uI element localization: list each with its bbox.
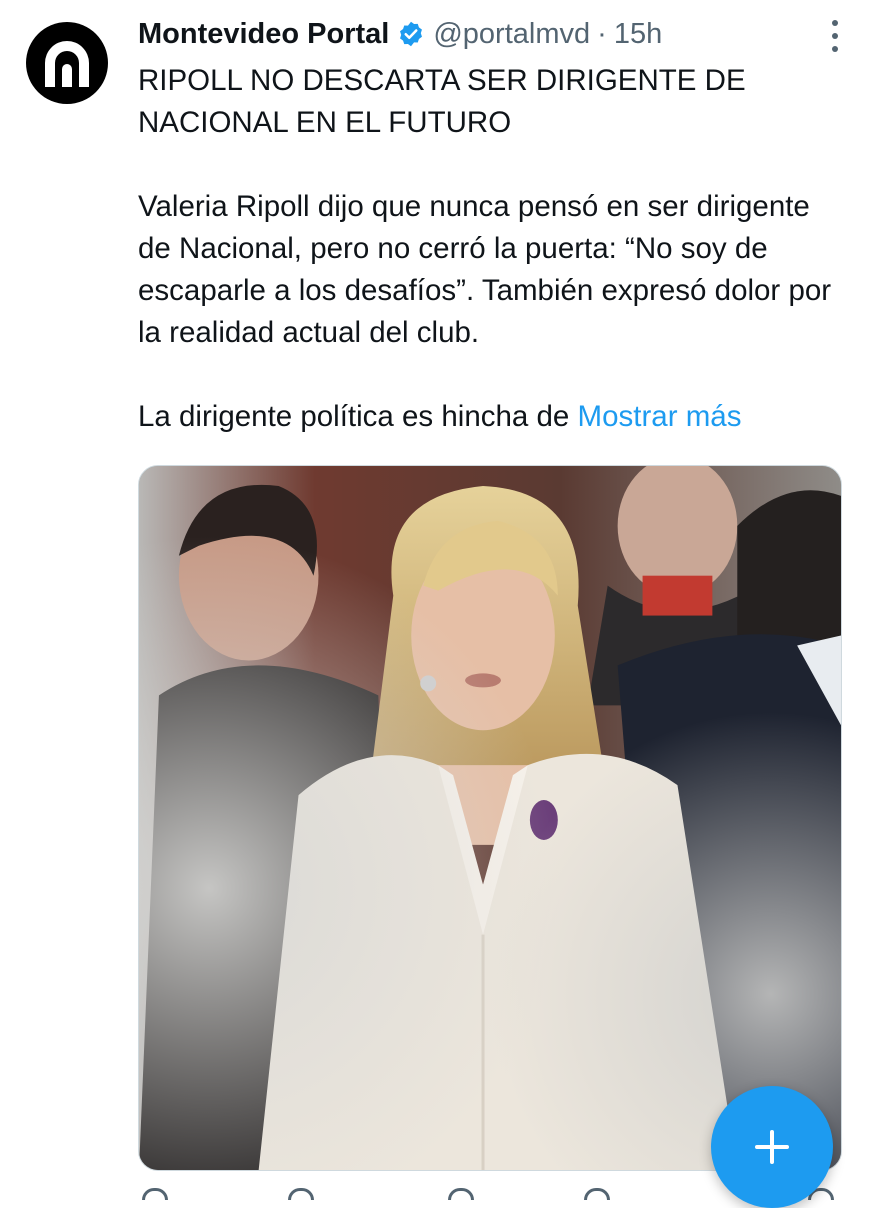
compose-plus-icon (755, 1130, 789, 1164)
reply-icon[interactable] (142, 1188, 168, 1200)
tweet[interactable]: Montevideo Portal @portalmvd · 15h RIPOL… (0, 0, 869, 1208)
display-name[interactable]: Montevideo Portal (138, 18, 389, 51)
tweet-headline: RIPOLL NO DESCARTA SER DIRIGENTE DE NACI… (138, 64, 746, 139)
truncated-text: La dirigente política es hincha de (138, 400, 578, 433)
avatar[interactable] (26, 22, 108, 104)
tweet-header: Montevideo Portal @portalmvd · 15h (138, 12, 662, 56)
compose-button[interactable] (711, 1086, 833, 1208)
separator-dot: · (597, 17, 607, 50)
tweet-text: RIPOLL NO DESCARTA SER DIRIGENTE DE NACI… (138, 60, 848, 438)
views-icon[interactable] (584, 1188, 610, 1200)
tweet-photo[interactable] (138, 465, 842, 1171)
verified-badge-icon (397, 20, 425, 48)
portal-logo-icon (45, 41, 89, 87)
handle[interactable]: @portalmvd (433, 18, 590, 51)
timestamp[interactable]: 15h (614, 18, 662, 51)
tweet-paragraph: Valeria Ripoll dijo que nunca pensó en s… (138, 190, 832, 349)
show-more-link[interactable]: Mostrar más (578, 400, 742, 433)
photo-image (139, 466, 841, 1170)
retweet-icon[interactable] (288, 1188, 314, 1200)
like-icon[interactable] (448, 1188, 474, 1200)
tweet-truncated-line: La dirigente política es hincha de Mostr… (138, 396, 848, 438)
more-options-icon[interactable] (831, 20, 839, 52)
